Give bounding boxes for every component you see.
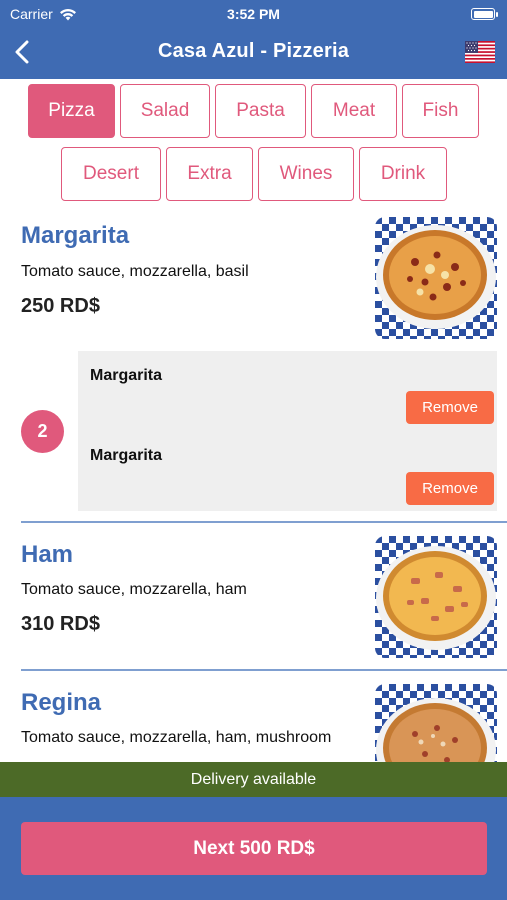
header-bar: Carrier 3:52 PM Casa Azul - Pizzeria bbox=[0, 0, 507, 79]
order-line-name: Margarita bbox=[90, 367, 163, 384]
category-pizza-button[interactable]: Pizza bbox=[28, 84, 115, 138]
category-pasta-button[interactable]: Pasta bbox=[215, 84, 306, 138]
margarita-pizza-photo bbox=[375, 217, 497, 339]
page-title: Casa Azul - Pizzeria bbox=[157, 40, 350, 62]
order-lines: Margarita Remove Margarita Remove bbox=[78, 351, 497, 511]
category-extra-button[interactable]: Extra bbox=[166, 147, 253, 201]
category-salad-button[interactable]: Salad bbox=[120, 84, 210, 138]
order-line-name: Margarita bbox=[90, 447, 163, 464]
divider bbox=[21, 669, 507, 671]
item-description: Tomato sauce, mozzarella, basil bbox=[21, 263, 249, 280]
us-flag-icon[interactable] bbox=[465, 41, 495, 63]
item-name[interactable]: Regina bbox=[21, 689, 101, 717]
category-drink-button[interactable]: Drink bbox=[359, 147, 447, 201]
item-description: Tomato sauce, mozzarella, ham, mushroom bbox=[21, 729, 332, 746]
item-price: 250 RD$ bbox=[21, 295, 100, 317]
category-desert-button[interactable]: Desert bbox=[61, 147, 161, 201]
ham-pizza-photo bbox=[375, 536, 497, 658]
status-bar: Carrier 3:52 PM bbox=[0, 0, 507, 28]
item-description: Tomato sauce, mozzarella, ham bbox=[21, 581, 247, 598]
pizza-image[interactable] bbox=[375, 217, 497, 339]
divider bbox=[21, 521, 507, 523]
bottom-bar: Next 500 RD$ bbox=[0, 797, 507, 900]
category-grid: Pizza Salad Pasta Meat Fish Desert Extra… bbox=[0, 79, 507, 207]
nav-bar: Casa Azul - Pizzeria bbox=[0, 28, 507, 79]
category-wines-button[interactable]: Wines bbox=[258, 147, 354, 201]
quantity-badge: 2 bbox=[21, 410, 64, 453]
category-meat-button[interactable]: Meat bbox=[311, 84, 397, 138]
next-button[interactable]: Next 500 RD$ bbox=[21, 822, 487, 875]
status-time: 3:52 PM bbox=[227, 6, 280, 22]
remove-button[interactable]: Remove bbox=[406, 391, 494, 424]
battery-icon bbox=[471, 8, 498, 20]
delivery-banner: Delivery available bbox=[0, 762, 507, 797]
item-name[interactable]: Margarita bbox=[21, 222, 129, 250]
category-fish-button[interactable]: Fish bbox=[402, 84, 479, 138]
item-name[interactable]: Ham bbox=[21, 541, 73, 569]
remove-button[interactable]: Remove bbox=[406, 472, 494, 505]
item-price: 310 RD$ bbox=[21, 613, 100, 635]
pizza-image[interactable] bbox=[375, 536, 497, 658]
